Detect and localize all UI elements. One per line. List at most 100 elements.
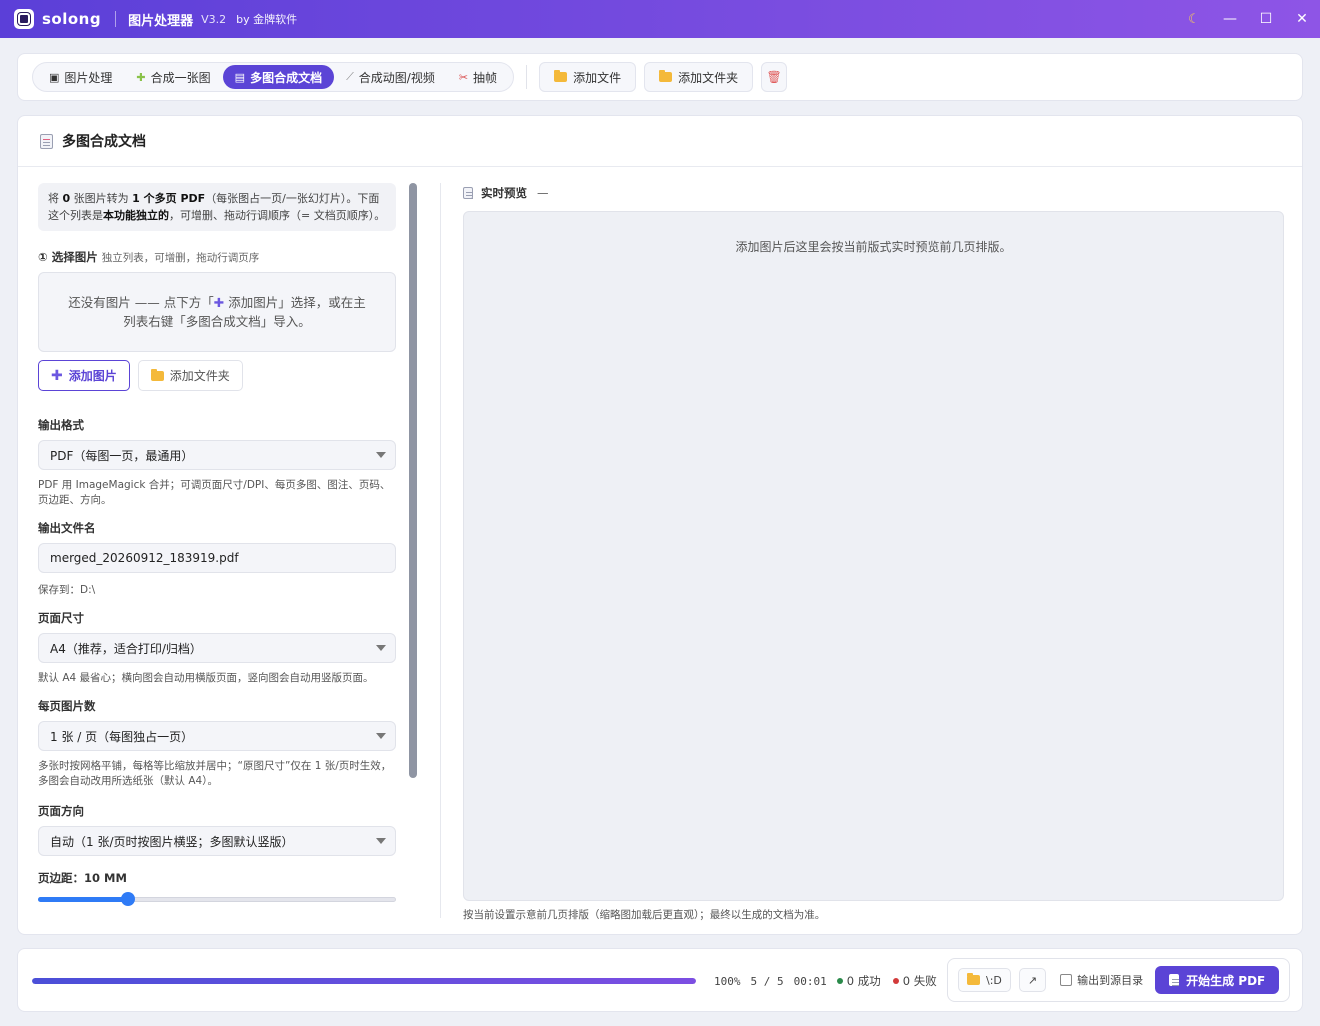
- chevron-down-icon: [376, 645, 386, 651]
- maximize-button[interactable]: ☐: [1248, 0, 1284, 38]
- document-icon: [463, 187, 473, 199]
- output-to-source-checkbox[interactable]: 输出到源目录: [1060, 972, 1143, 988]
- progress-percent: 100%: [714, 974, 741, 988]
- minimize-button[interactable]: —: [1212, 0, 1248, 38]
- success-text: 0 成功: [846, 974, 881, 988]
- select-value: 1 张 / 页（每图独占一页）: [50, 729, 194, 744]
- preview-placeholder: 添加图片后这里会按当前版式实时预览前几页排版。: [735, 240, 1012, 254]
- empty-text: 还没有图片 —— 点下方「: [68, 295, 214, 310]
- image-buttons: ✚ 添加图片 添加文件夹: [38, 360, 396, 391]
- chevron-down-icon: [376, 452, 386, 458]
- slider-handle[interactable]: [120, 892, 135, 906]
- pane-divider: [440, 183, 441, 918]
- folder-icon: [967, 973, 980, 985]
- scissors-icon: ✂: [458, 70, 469, 84]
- info-text: ，可增删、拖动行调顺序（= 文档页顺序）。: [169, 209, 386, 222]
- open-dir-button[interactable]: ↗: [1018, 968, 1047, 992]
- info-text: 将: [48, 192, 63, 205]
- tab-multi-image-document[interactable]: ▤ 多图合成文档: [222, 65, 335, 89]
- margin-value: 10 MM: [84, 871, 127, 885]
- margin-label-text: 页边距：: [38, 871, 84, 885]
- image-list-empty[interactable]: 还没有图片 —— 点下方「✚ 添加图片」选择，或在主列表右键「多图合成文档」导入…: [38, 272, 396, 352]
- status-bar: 100% 5 / 5 00:01 0 成功 0 失败 \:D ↗ 输出到源目录 …: [17, 948, 1303, 1012]
- settings-scrollbar[interactable]: [409, 183, 417, 778]
- plus-icon: ✚: [51, 367, 63, 384]
- chevron-down-icon: [376, 838, 386, 844]
- output-format-hint: PDF 用 ImageMagick 合并；可调页面尺寸/DPI、每页多图、图注、…: [38, 479, 391, 506]
- input-value: merged_20260912_183919.pdf: [50, 551, 239, 565]
- add-folder-button[interactable]: 添加文件夹: [644, 62, 754, 92]
- section-title: ① 选择图片: [38, 250, 98, 264]
- output-dir-text: \:D: [986, 973, 1002, 987]
- progress-count: 5 / 5: [750, 974, 784, 988]
- progress-bar: [32, 978, 696, 984]
- margin-slider[interactable]: [38, 892, 396, 906]
- tab-label: 抽帧: [473, 70, 498, 85]
- preview-header: 实时预览 —: [463, 183, 1284, 203]
- folder-icon: [150, 368, 164, 381]
- tab-extract-frames[interactable]: ✂ 抽帧: [447, 65, 509, 89]
- output-format-label: 输出格式: [38, 418, 84, 432]
- folder-icon: [554, 70, 568, 82]
- save-location: 保存到：D:\: [38, 584, 96, 596]
- trash-icon: 🗑: [766, 70, 782, 84]
- preview-collapse-toggle[interactable]: —: [537, 186, 549, 200]
- add-folder-images-button[interactable]: 添加文件夹: [137, 360, 243, 391]
- info-box: 将 0 张图片转为 1 个多页 PDF（每张图占一页/一张幻灯片）。下面这个列表…: [38, 183, 396, 231]
- clear-list-button[interactable]: 🗑: [761, 62, 788, 92]
- add-file-button[interactable]: 添加文件: [539, 62, 637, 92]
- image-count: 0: [62, 192, 71, 205]
- start-generate-button[interactable]: 开始生成 PDF: [1155, 966, 1280, 994]
- preview-area: 添加图片后这里会按当前版式实时预览前几页排版。: [463, 211, 1284, 901]
- moon-icon[interactable]: ☾: [1176, 0, 1212, 38]
- output-filename-input[interactable]: merged_20260912_183919.pdf: [38, 543, 396, 573]
- page-title: 多图合成文档: [62, 134, 146, 150]
- app-name: solong: [42, 10, 102, 28]
- tab-merge-one-image[interactable]: ✚ 合成一张图: [124, 65, 222, 89]
- output-dir-button[interactable]: \:D: [958, 968, 1011, 992]
- margin-label: 页边距：10 MM: [38, 870, 396, 886]
- orientation-select[interactable]: 自动（1 张/页时按图片横竖；多图默认竖版）: [38, 826, 396, 856]
- success-count: 0 成功: [836, 973, 881, 989]
- window-controls: ☾ — ☐ ✕: [1176, 0, 1320, 38]
- toolbar: ▣ 图片处理 ✚ 合成一张图 ▤ 多图合成文档 ⟋ 合成动图/视频 ✂ 抽帧 添…: [17, 53, 1303, 101]
- tab-image-processing[interactable]: ▣ 图片处理: [37, 65, 124, 89]
- select-images-heading: ① 选择图片 独立列表，可增删，拖动行调页序: [38, 249, 396, 265]
- add-images-button[interactable]: ✚ 添加图片: [38, 360, 130, 391]
- output-format-select[interactable]: PDF（每图一页，最通用）: [38, 440, 396, 470]
- external-link-icon: ↗: [1027, 973, 1038, 987]
- info-emphasis: 本功能独立的: [103, 209, 169, 222]
- tab-label: 合成一张图: [150, 70, 211, 85]
- page-size-select[interactable]: A4（推荐，适合打印/归档）: [38, 633, 396, 663]
- section-subtitle: 独立列表，可增删，拖动行调页序: [101, 252, 260, 264]
- pdf-count: 1 个多页 PDF: [132, 192, 206, 205]
- folder-icon: [659, 70, 673, 82]
- elapsed-time: 00:01: [793, 974, 827, 988]
- images-per-page-hint: 多张时按网格平铺，每格等比缩放并居中；“原图尺寸”仅在 1 张/页时生效，多图会…: [38, 760, 392, 787]
- app-vendor: by 金牌软件: [236, 13, 298, 26]
- start-label: 开始生成 PDF: [1186, 973, 1266, 988]
- tab-animation-video[interactable]: ⟋ 合成动图/视频: [334, 65, 447, 89]
- app-title: 图片处理器: [128, 13, 194, 29]
- tab-label: 图片处理: [64, 70, 113, 85]
- add-file-label: 添加文件: [573, 70, 622, 85]
- select-value: A4（推荐，适合打印/归档）: [50, 641, 202, 656]
- document-icon: [1169, 974, 1180, 986]
- image-icon: ▣: [49, 70, 60, 84]
- images-per-page-select[interactable]: 1 张 / 页（每图独占一页）: [38, 721, 396, 751]
- close-button[interactable]: ✕: [1284, 0, 1320, 38]
- success-dot-icon: [836, 978, 843, 984]
- puzzle-icon: ✚: [136, 70, 146, 84]
- plus-icon: ✚: [213, 295, 225, 310]
- select-value: 自动（1 张/页时按图片横竖；多图默认竖版）: [50, 834, 294, 849]
- fail-text: 0 失败: [902, 974, 937, 988]
- progress-fill: [32, 978, 696, 984]
- fail-dot-icon: [892, 978, 899, 984]
- checkbox-box[interactable]: [1060, 974, 1073, 986]
- fail-count: 0 失败: [892, 973, 937, 989]
- add-folder-label: 添加文件夹: [678, 70, 739, 85]
- document-icon: [40, 133, 53, 149]
- title-separator: [115, 11, 117, 27]
- checkbox-label: 输出到源目录: [1077, 974, 1144, 987]
- toolbar-divider: [526, 65, 528, 89]
